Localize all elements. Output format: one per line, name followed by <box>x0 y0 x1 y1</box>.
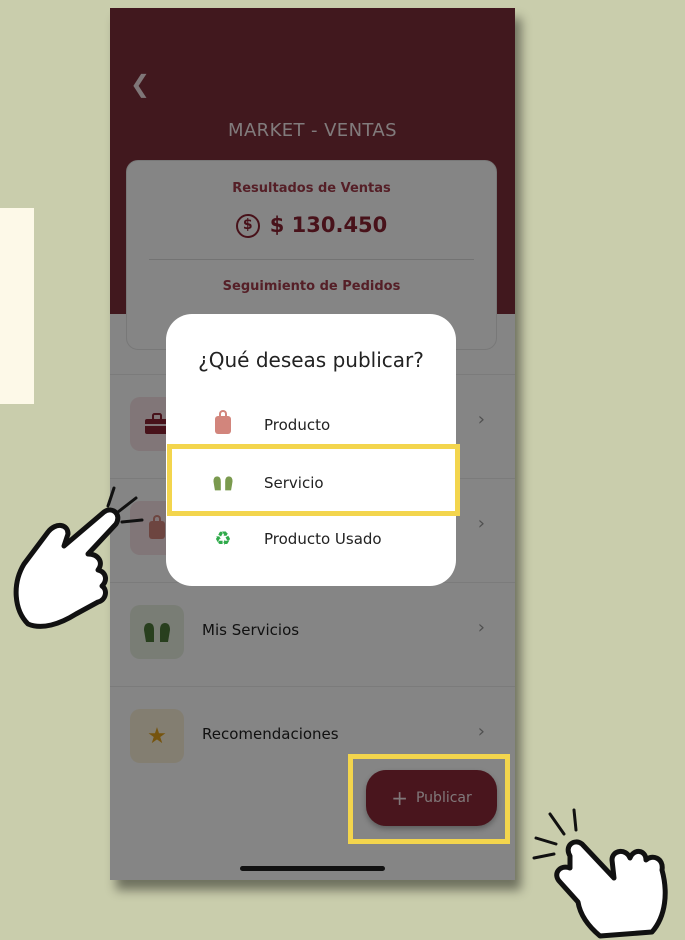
dialog-title: ¿Qué deseas publicar? <box>198 348 424 372</box>
shopping-bag-icon <box>210 410 236 438</box>
pointing-hand-icon <box>532 808 668 939</box>
recycle-icon: ♻ <box>214 528 232 550</box>
pointing-hand-icon <box>13 486 144 629</box>
option-producto-usado[interactable]: ♻ Producto Usado <box>166 520 456 560</box>
note-card <box>0 208 34 404</box>
option-label: Producto <box>264 416 331 434</box>
highlight-publish-button <box>348 754 510 844</box>
option-producto[interactable]: Producto <box>166 406 456 446</box>
home-indicator <box>240 866 385 871</box>
highlight-servicio <box>167 444 460 516</box>
option-label: Producto Usado <box>264 530 382 548</box>
